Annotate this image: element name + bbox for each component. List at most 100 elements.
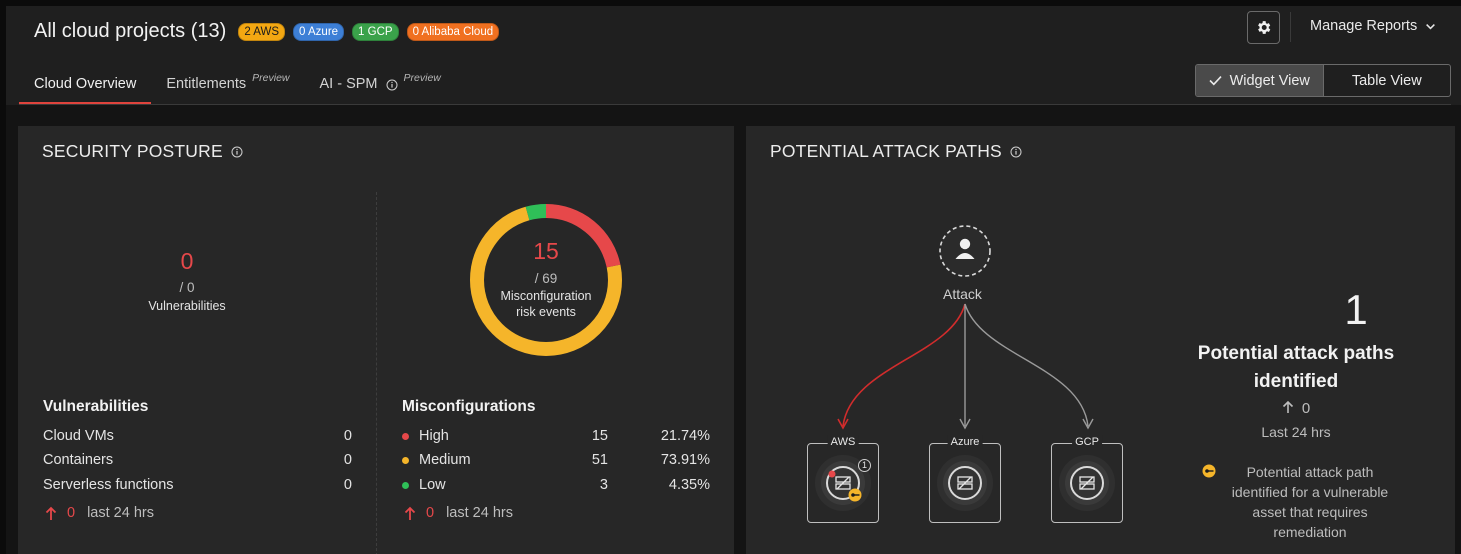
table-view-button[interactable]: Table View [1324,65,1451,96]
app-frame: All cloud projects (13) 2 AWS 0 Azure 1 … [6,6,1461,554]
header-divider [1290,12,1291,42]
misconfig-row-count: 51 [591,452,608,468]
arrow-up-icon [404,506,416,520]
misconfig-row-count: 3 [599,477,608,493]
widget-view-label: Widget View [1229,72,1310,89]
attacker-label: Attack [943,286,982,302]
view-toggle: Widget View Table View [1195,64,1451,97]
arrow-up-icon [45,506,57,520]
tab-label: Cloud Overview [34,76,137,92]
vuln-trend: 0 last 24 hrs [45,505,154,521]
misconfiguration-label-line2: risk events [516,305,576,319]
gcp-target-node[interactable]: GCP [1051,435,1123,523]
info-icon[interactable] [231,146,243,158]
vulnerabilities-label: Vulnerabilities [148,299,226,313]
key-icon [1202,464,1216,478]
manage-reports-dropdown[interactable]: Manage Reports [1310,18,1436,34]
misconfig-row-count: 15 [591,428,608,444]
severity-dot [402,456,409,464]
alert-dot-icon [828,470,836,478]
vuln-trend-label: last 24 hrs [87,505,154,521]
key-icon [848,488,862,502]
attack-paths-count: 1 [1344,286,1368,333]
page-title: All cloud projects (13) [34,20,227,42]
azure-count-badge[interactable]: 0 Azure [293,22,345,41]
tab-label: AI - SPM [319,76,378,92]
misconfig-row-percent: 73.91% [660,452,710,468]
attacker-node [939,225,991,277]
vuln-row-value: 0 [343,452,352,468]
severity-dot [402,432,409,440]
misconfig-trend-label: last 24 hrs [446,505,513,521]
chevron-down-icon [1426,23,1436,29]
tab-ai-spm[interactable]: AI - SPM Preview [305,69,456,104]
attack-paths-trend-value: 0 [1301,400,1311,417]
vulnerabilities-summary: 0 / 0 Vulnerabilities [127,248,247,314]
summary-line2: identified [1253,371,1339,392]
tab-cloud-overview[interactable]: Cloud Overview [19,69,152,104]
aws-count-badge[interactable]: 2 AWS [238,22,286,41]
summary-line1: Potential attack paths [1197,343,1395,364]
misconfig-row-percent: 4.35% [668,477,710,493]
widget-view-button[interactable]: Widget View [1196,65,1324,96]
node-label: GCP [1072,435,1102,449]
vuln-row-label: Containers [43,452,114,468]
attack-paths-summary: Potential attack paths identified [1186,340,1406,396]
misconfig-row-label: Medium [419,452,471,468]
azure-target-node[interactable]: Azure [929,435,1001,523]
node-label: Azure [947,435,983,449]
vuln-row-label: Serverless functions [43,477,174,493]
cloud-asset-icon [1059,455,1115,511]
alibaba-count-badge[interactable]: 0 Alibaba Cloud [406,22,500,41]
security-posture-panel: SECURITY POSTURE 0 / 0 Vulnerabilities 1… [18,126,734,554]
tab-label: Entitlements [166,76,247,92]
info-icon[interactable] [386,79,398,91]
attack-edge-aws [842,303,966,427]
vuln-row-serverless[interactable]: Serverless functions [43,477,174,493]
attack-paths-panel: POTENTIAL ATTACK PATHS Attack AWS 1 Azur… [746,126,1455,554]
vuln-row-cloud-vms[interactable]: Cloud VMs [43,428,114,444]
misconfig-row-low[interactable]: Low [402,477,446,493]
vuln-row-value: 0 [343,477,352,493]
preview-tag: Preview [403,72,441,84]
node-label: AWS [827,435,859,449]
tab-entitlements[interactable]: Entitlements Preview [151,69,304,104]
misconfiguration-total: / 69 [534,271,558,286]
server-icon [948,466,982,500]
vuln-row-containers[interactable]: Containers [43,452,113,468]
vulnerabilities-total: / 0 [179,280,195,295]
misconfig-row-high[interactable]: High [402,428,449,444]
server-icon [1070,466,1104,500]
check-icon [1209,76,1222,86]
misconfig-row-percent: 21.74% [660,428,710,444]
attack-edge-gcp [964,303,1089,427]
attack-path-legend: Potential attack path identified for a v… [1231,464,1389,540]
misconfig-row-label: High [419,428,449,444]
cloud-asset-icon [937,455,993,511]
donut-center-text: 15 / 69 Misconfiguration risk events [468,238,624,320]
attack-paths-trend-label: Last 24 hrs [1261,424,1331,440]
misconfig-trend: 0 last 24 hrs [404,505,513,521]
misconfig-row-medium[interactable]: Medium [402,452,471,468]
aws-target-node[interactable]: AWS 1 [807,435,879,523]
manage-reports-label: Manage Reports [1310,18,1418,34]
misconfiguration-label-line1: Misconfiguration [500,289,592,303]
vuln-row-label: Cloud VMs [43,428,114,444]
misconfigurations-heading: Misconfigurations [402,398,536,415]
alert-count-badge: 1 [858,459,871,472]
gear-icon [1258,21,1271,34]
vulnerabilities-count: 0 [180,248,194,274]
misconfiguration-count: 15 [533,238,559,264]
table-view-label: Table View [1351,72,1422,89]
column-divider [376,192,377,554]
gcp-count-badge[interactable]: 1 GCP [352,22,399,41]
attack-paths-trend: 0 [1186,400,1406,417]
severity-dot [402,481,409,489]
vuln-trend-value: 0 [67,505,76,521]
header: All cloud projects (13) 2 AWS 0 Azure 1 … [34,20,500,43]
misconfig-row-label: Low [419,477,446,493]
panel-title: SECURITY POSTURE [42,141,243,162]
tab-bar: Cloud Overview Entitlements Preview AI -… [19,69,456,104]
settings-button[interactable] [1247,11,1280,44]
vuln-row-value: 0 [343,428,352,444]
